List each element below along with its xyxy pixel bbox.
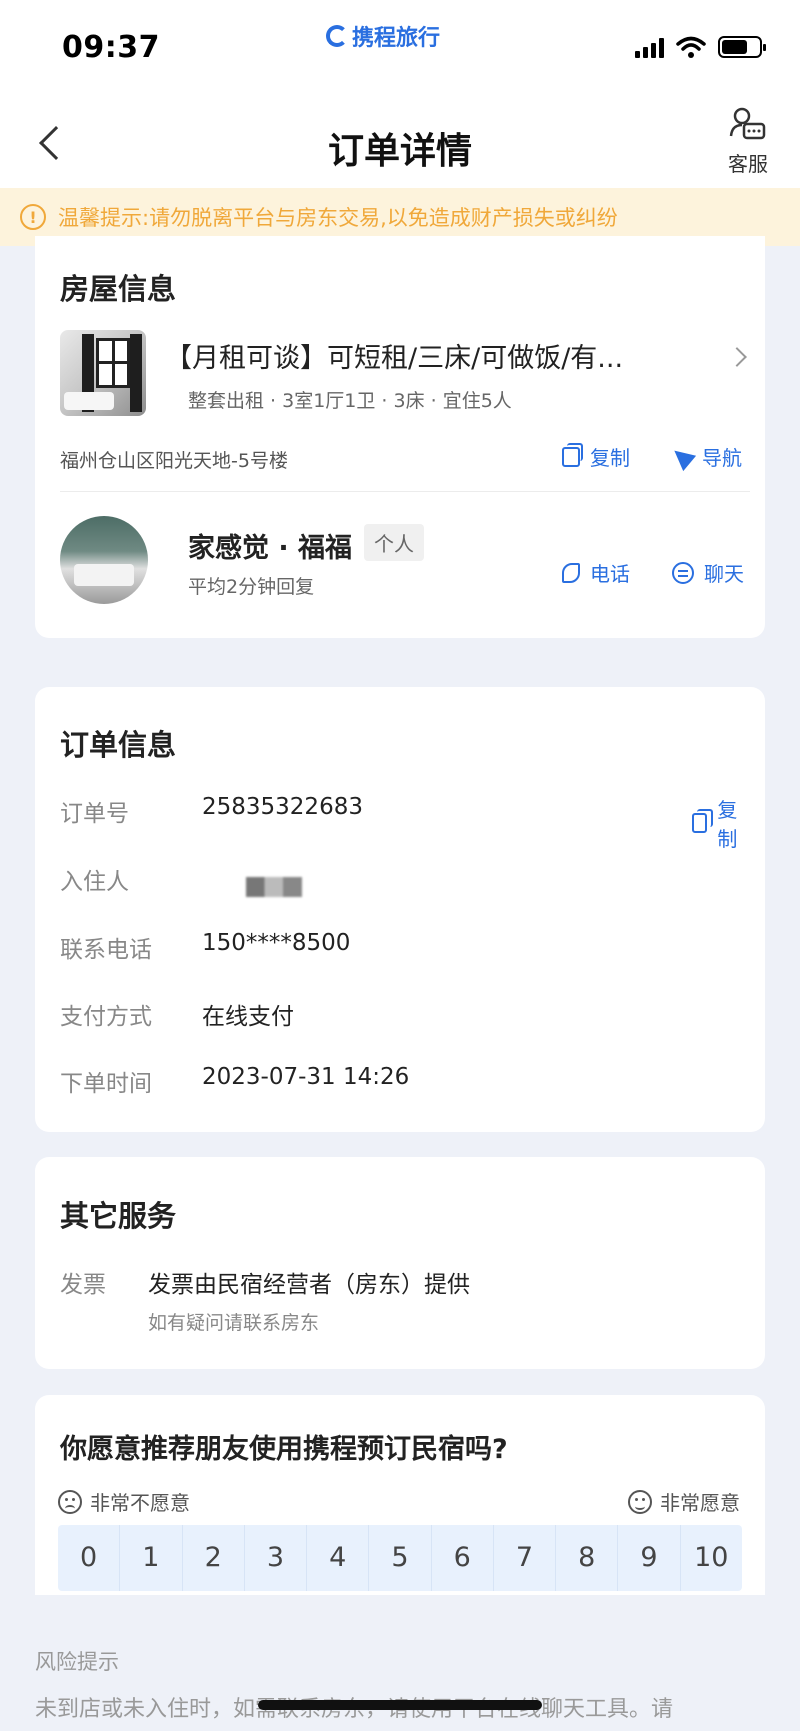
order-info-card: 订单信息 订单号 25835322683 复制 入住人 联系电话 150****… <box>35 687 765 1132</box>
nps-score-8[interactable]: 8 <box>556 1525 619 1591</box>
order-section-title: 订单信息 <box>60 728 177 762</box>
copy-order-label: 复制 <box>717 798 738 851</box>
phone-row: 联系电话 150****8500 <box>60 930 750 970</box>
order-time-value: 2023-07-31 14:26 <box>202 1064 410 1090</box>
navigate-label: 导航 <box>702 446 742 470</box>
nps-high-label: 非常愿意 <box>628 1487 740 1516</box>
nps-survey-card: 你愿意推荐朋友使用携程预订民宿吗? 非常不愿意 非常愿意 0 1 2 3 4 5… <box>35 1395 765 1595</box>
guest-name-blurred <box>246 877 302 897</box>
address-row: 福州仓山区阳光天地-5号楼 复制 导航 <box>60 440 750 480</box>
host-type-badge: 个人 <box>364 524 424 561</box>
invoice-label: 发票 <box>60 1272 106 1298</box>
call-host-button[interactable]: 电话 <box>562 558 630 587</box>
risk-text: 未到店或未入住时，如需联系房东，请使用平台在线聊天工具。请 <box>35 1690 765 1730</box>
host-reply-time: 平均2分钟回复 <box>188 576 315 598</box>
home-indicator[interactable] <box>258 1700 542 1710</box>
copy-order-number-button[interactable]: 复制 <box>692 794 750 852</box>
listing-address: 福州仓山区阳光天地-5号楼 <box>60 450 288 472</box>
brand-logo: 携程旅行 <box>326 20 440 52</box>
brand-text: 携程旅行 <box>352 26 441 51</box>
listing-title: 【月租可谈】可短租/三床/可做饭/有... <box>165 343 624 374</box>
nps-score-5[interactable]: 5 <box>369 1525 432 1591</box>
nav-bar: 订单详情 客服 <box>0 100 800 188</box>
invoice-value: 发票由民宿经营者（房东）提供 <box>148 1272 470 1298</box>
divider <box>60 491 750 492</box>
customer-service-icon <box>729 107 766 140</box>
house-info-card: 房屋信息 【月租可谈】可短租/三床/可做饭/有... 整套出租 · 3室1厅1卫… <box>35 236 765 638</box>
listing-meta: 整套出租 · 3室1厅1卫 · 3床 · 宜住5人 <box>188 390 512 412</box>
page-title: 订单详情 <box>327 131 472 172</box>
nps-score-0[interactable]: 0 <box>58 1525 121 1591</box>
nps-scale: 0 1 2 3 4 5 6 7 8 9 10 <box>58 1525 742 1591</box>
chevron-right-icon <box>727 347 747 367</box>
nps-score-6[interactable]: 6 <box>432 1525 494 1591</box>
nps-score-10[interactable]: 10 <box>681 1525 742 1591</box>
host-row: 家感觉 · 福福 个人 平均2分钟回复 电话 聊天 <box>60 516 750 606</box>
order-number-value: 25835322683 <box>202 794 363 820</box>
order-time-row: 下单时间 2023-07-31 14:26 <box>60 1064 750 1104</box>
nps-score-7[interactable]: 7 <box>494 1525 557 1591</box>
phone-icon <box>562 562 580 583</box>
status-icons <box>635 36 766 58</box>
copy-icon <box>562 442 583 467</box>
customer-service-label: 客服 <box>728 152 768 176</box>
order-number-row: 订单号 25835322683 复制 <box>60 794 750 851</box>
nps-score-1[interactable]: 1 <box>120 1525 183 1591</box>
nps-score-4[interactable]: 4 <box>307 1525 370 1591</box>
wifi-icon <box>676 36 706 58</box>
risk-title: 风险提示 <box>35 1650 119 1674</box>
status-time: 09:37 <box>62 30 160 65</box>
navigate-button[interactable]: 导航 <box>667 442 742 471</box>
phone-label: 联系电话 <box>60 937 152 963</box>
call-label: 电话 <box>590 562 630 586</box>
signal-icon <box>635 36 664 58</box>
host-avatar[interactable] <box>60 516 148 604</box>
nps-low-text: 非常不愿意 <box>90 1491 190 1515</box>
nps-score-9[interactable]: 9 <box>618 1525 681 1591</box>
happy-face-icon <box>628 1489 652 1514</box>
payment-value: 在线支付 <box>202 1004 294 1030</box>
payment-label: 支付方式 <box>60 1004 152 1030</box>
guest-label: 入住人 <box>60 869 129 895</box>
nps-score-2[interactable]: 2 <box>183 1525 245 1591</box>
customer-service-button[interactable]: 客服 <box>718 106 778 177</box>
listing-row[interactable]: 【月租可谈】可短租/三床/可做饭/有... 整套出租 · 3室1厅1卫 · 3床… <box>60 330 750 420</box>
status-bar: 09:37 携程旅行 <box>0 0 800 100</box>
nps-question: 你愿意推荐朋友使用携程预订民宿吗? <box>60 1434 508 1465</box>
navigate-icon <box>667 442 697 471</box>
order-number-label: 订单号 <box>60 801 129 827</box>
brand-icon <box>326 25 348 47</box>
order-time-label: 下单时间 <box>60 1071 152 1097</box>
phone-value: 150****8500 <box>202 930 351 956</box>
warning-icon: ! <box>20 204 46 230</box>
listing-thumbnail <box>60 330 146 416</box>
chat-host-button[interactable]: 聊天 <box>672 558 744 587</box>
other-services-card: 其它服务 发票 发票由民宿经营者（房东）提供 如有疑问请联系房东 <box>35 1157 765 1369</box>
sad-face-icon <box>58 1489 82 1514</box>
nps-score-3[interactable]: 3 <box>245 1525 308 1591</box>
battery-icon <box>718 36 766 58</box>
nps-high-text: 非常愿意 <box>660 1491 740 1515</box>
guest-row: 入住人 <box>60 862 750 902</box>
chat-label: 聊天 <box>704 562 744 586</box>
other-services-title: 其它服务 <box>60 1199 177 1233</box>
copy-icon <box>692 809 714 833</box>
chat-icon <box>672 561 694 584</box>
nps-low-label: 非常不愿意 <box>58 1487 190 1516</box>
house-section-title: 房屋信息 <box>60 272 177 306</box>
copy-address-button[interactable]: 复制 <box>562 442 630 471</box>
host-name: 家感觉 · 福福 <box>188 533 353 564</box>
invoice-note: 如有疑问请联系房东 <box>148 1312 320 1334</box>
payment-row: 支付方式 在线支付 <box>60 997 750 1037</box>
battery-level <box>722 40 748 54</box>
notice-text: 温馨提示:请勿脱离平台与房东交易,以免造成财产损失或纠纷 <box>58 206 618 230</box>
copy-address-label: 复制 <box>590 446 630 470</box>
